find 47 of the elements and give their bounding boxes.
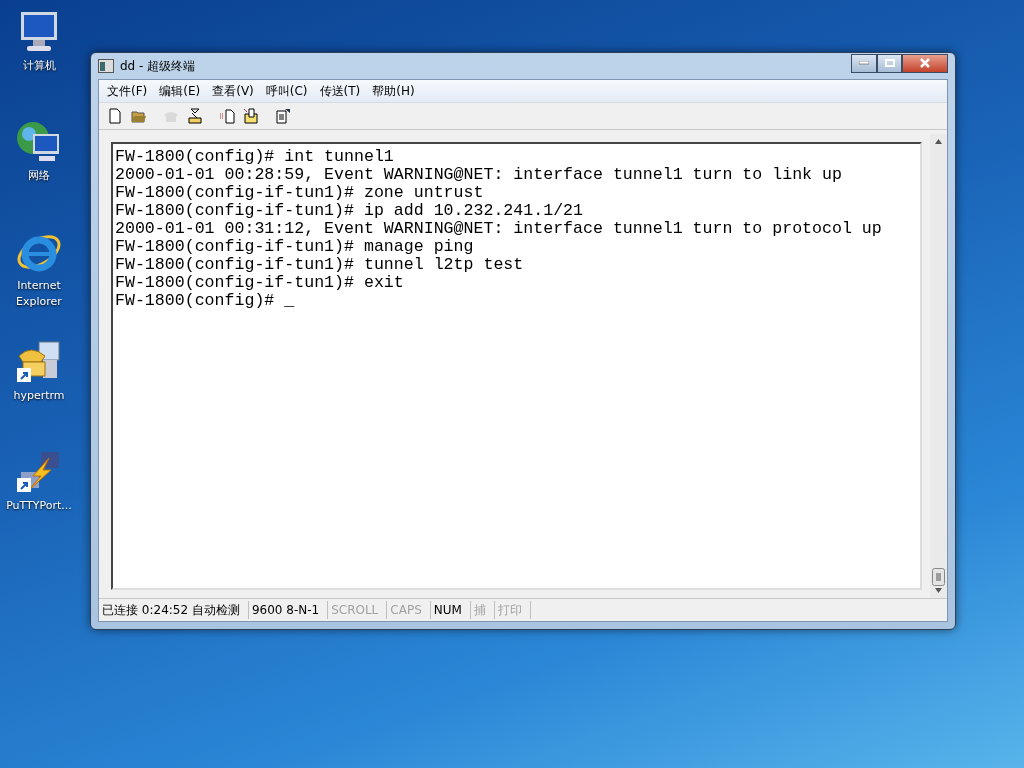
desktop-icon-label[interactable]: 计算机 (0, 58, 78, 74)
desktop-icon-label[interactable]: Internet Explorer (0, 278, 78, 310)
maximize-icon (884, 59, 895, 67)
status-text: 捕 (470, 601, 495, 619)
toolbar-button[interactable] (241, 106, 261, 126)
new-file-icon (107, 108, 123, 124)
desktop-icon-label[interactable]: 网络 (0, 168, 78, 184)
terminal-line: 2000-01-01 00:31:12, Event WARNING@NET: interface tunnel1 turn to protocol up (115, 220, 883, 238)
status-text: CAPS (387, 601, 431, 619)
menu-item[interactable]: 文件(F) (103, 82, 152, 100)
minimize-button[interactable] (851, 53, 877, 73)
terminal-screen[interactable] (111, 142, 922, 590)
status-text: NUM (430, 601, 471, 619)
close-icon (919, 58, 931, 68)
scroll-up-icon[interactable] (935, 139, 942, 144)
status-text: 已连接 0:24:52 自动检测 (99, 601, 249, 619)
desktop-icon-label[interactable]: hypertrm (0, 388, 78, 404)
terminal-line: FW-1800(config-if-tun1)# zone untrust (115, 184, 485, 202)
terminal-line: FW-1800(config-if-tun1)# exit (115, 274, 405, 292)
scroll-thumb[interactable] (932, 568, 945, 586)
terminal-line: 2000-01-01 00:28:59, Event WARNING@NET: interface tunnel1 turn to link up (115, 166, 843, 184)
status-text: SCROLL (328, 601, 388, 619)
toolbar-button[interactable] (273, 106, 293, 126)
terminal-line: FW-1800(config-if-tun1)# manage ping (115, 238, 475, 256)
menu-item[interactable]: 编辑(E) (155, 82, 205, 100)
receive-file-icon (243, 108, 259, 124)
properties-icon (275, 108, 291, 124)
terminal-line: FW-1800(config-if-tun1)# ip add 10.232.241.1/21 (115, 202, 585, 220)
maximize-button[interactable] (877, 53, 902, 73)
menu-item[interactable]: 呼叫(C) (261, 82, 312, 100)
scroll-down-icon[interactable] (935, 588, 942, 593)
terminal-line: FW-1800(config)# int tunnel1 (115, 148, 395, 166)
terminal-line: FW-1800(config)# _ (115, 292, 296, 310)
menu-item[interactable]: 帮助(H) (368, 82, 419, 100)
window-title: dd - 超级终端 (120, 57, 197, 75)
scrollbar[interactable] (930, 134, 947, 598)
desktop-icon-label[interactable]: PuTTYPort... (0, 498, 78, 514)
status-text: 打印 (494, 601, 531, 619)
menu-item[interactable]: 查看(V) (208, 82, 258, 100)
app-icon (98, 59, 114, 73)
close-button[interactable] (902, 53, 948, 73)
status-text: 9600 8-N-1 (248, 601, 329, 619)
send-file-icon (219, 108, 235, 124)
minimize-icon (859, 61, 869, 65)
menu-item[interactable]: 传送(T) (315, 82, 365, 100)
open-folder-icon (131, 108, 147, 124)
terminal-line: FW-1800(config-if-tun1)# tunnel l2tp test (115, 256, 525, 274)
